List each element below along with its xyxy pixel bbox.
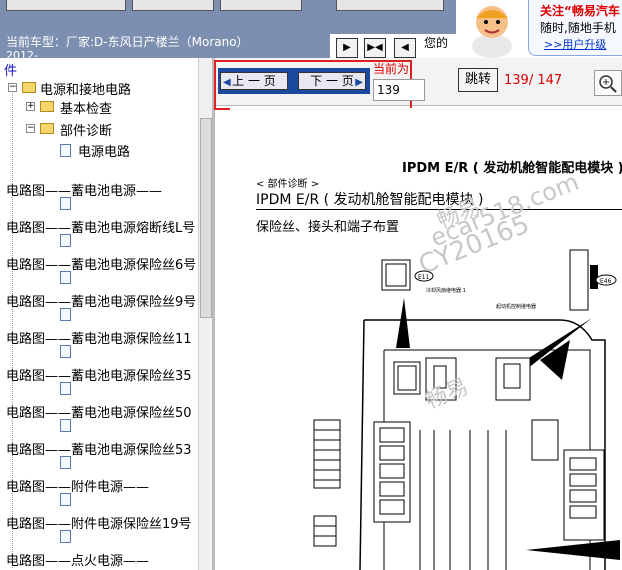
tree-item[interactable]: 电路图——蓄电池电源保险丝6号 xyxy=(6,254,196,273)
collapse-icon[interactable]: − xyxy=(8,83,17,92)
ipdm-diagram: E11 E46 冷却风扇继电器 1 起动机控制继电器 xyxy=(313,249,620,570)
ad-banner[interactable]: 关注“畅易汽车 随时,随地手机 >>用户升级 xyxy=(456,0,622,58)
relay-label-2: 起动机控制继电器 xyxy=(496,303,536,310)
zoom-icon[interactable] xyxy=(594,70,622,96)
document-icon xyxy=(60,382,71,395)
car-label: 当前车型： xyxy=(6,35,67,49)
relay-label-1: 冷却风扇继电器 1 xyxy=(426,287,466,294)
document-icon xyxy=(60,144,71,157)
tree-item[interactable]: 电路图——蓄电池电源保险丝50 xyxy=(6,402,192,421)
tree-item[interactable]: 电路图——蓄电池电源保险丝53 xyxy=(6,439,192,458)
document-icon xyxy=(60,197,71,210)
mascot-icon xyxy=(472,6,512,58)
folder-icon xyxy=(40,101,54,112)
toolbar-button-1[interactable] xyxy=(6,0,126,11)
tree-node-power[interactable]: 电源电路 xyxy=(78,141,130,160)
tree-item[interactable]: 电路图——蓄电池电源保险丝35 xyxy=(6,365,192,384)
folder-icon xyxy=(22,82,36,93)
tree-node-basic[interactable]: 基本检查 xyxy=(60,98,112,117)
jump-button[interactable]: 跳转 xyxy=(458,68,498,92)
tree-item[interactable]: 电路图——蓄电池电源熔断线L号 xyxy=(6,217,195,236)
tree-top-label: 件 xyxy=(4,64,18,79)
tree-item[interactable]: 电路图——附件电源保险丝19号 xyxy=(6,513,192,532)
ad-line2: 随时,随地手机 xyxy=(540,21,616,35)
toolbar-button-3[interactable] xyxy=(220,0,302,11)
tree-item[interactable]: 电路图——点火电源—— xyxy=(6,550,149,569)
nav-fit-icon[interactable]: ▶◀ xyxy=(364,38,386,58)
tree-scrollbar[interactable] xyxy=(198,58,212,570)
tree-item[interactable]: 电路图——附件电源—— xyxy=(6,476,149,495)
document-icon xyxy=(60,493,71,506)
document-icon xyxy=(60,530,71,543)
tree-item[interactable]: 电路图——蓄电池电源保险丝9号 xyxy=(6,291,196,310)
car-value: 厂家:D-东风日产楼兰（Morano） xyxy=(66,35,249,49)
ad-upgrade-link[interactable]: >>用户升级 xyxy=(544,36,606,52)
tree-item[interactable]: 电路图——蓄电池电源保险丝11 xyxy=(6,328,192,347)
tree-panel: 件 − 电源和接地电路 + 基本检查 − 部件诊断 电源电路 电路图——蓄电池电… xyxy=(0,58,212,570)
nav-last-icon[interactable]: ◀ xyxy=(394,38,416,58)
nav-first-icon[interactable]: ▶ xyxy=(336,38,358,58)
doc-subheading: 保险丝、接头和端子布置 xyxy=(256,220,400,235)
tree-item[interactable]: 电路图——蓄电池电源—— xyxy=(6,180,162,199)
current-page-label: 当前为 xyxy=(373,62,410,76)
top-toolbar xyxy=(0,0,460,34)
tree-node-diag[interactable]: 部件诊断 xyxy=(60,120,112,139)
document-icon xyxy=(60,271,71,284)
document-icon xyxy=(60,234,71,247)
page-number-input[interactable] xyxy=(373,79,425,101)
doc-title: IPDM E/R ( 发动机舱智能配电模块 ) xyxy=(402,161,622,176)
expand-icon[interactable]: + xyxy=(26,102,35,111)
ad-line1: 关注“畅易汽车 xyxy=(540,4,620,18)
doc-section: < 部件诊断 > xyxy=(256,179,320,190)
document-icon xyxy=(60,419,71,432)
conn-e46-label: E46 xyxy=(600,278,612,285)
document-icon xyxy=(60,456,71,469)
document-icon xyxy=(60,308,71,321)
tree-node-root[interactable]: 电源和接地电路 xyxy=(40,79,131,98)
toolbar-button-4[interactable] xyxy=(336,0,444,11)
collapse-icon[interactable]: − xyxy=(26,124,35,133)
document-icon xyxy=(60,345,71,358)
current-car-bar: 当前车型：厂家:D-东风日产楼兰（Morano） 2012- xyxy=(0,34,330,58)
car-year: 2012- xyxy=(6,49,38,58)
toolbar-button-2[interactable] xyxy=(132,0,214,11)
folder-icon xyxy=(40,123,54,134)
your-text: 您的 xyxy=(424,36,449,50)
scrollbar-thumb[interactable] xyxy=(200,118,212,318)
page-count: 139/ 147 xyxy=(504,73,563,88)
